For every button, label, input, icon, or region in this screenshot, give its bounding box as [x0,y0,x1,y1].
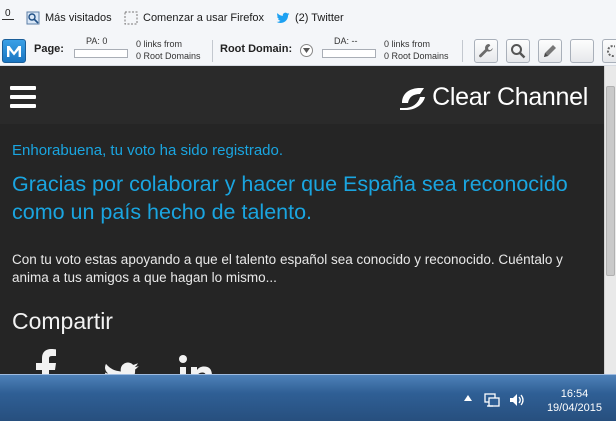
domain-authority-label: DA: -- [334,36,358,46]
clock-date: 19/04/2015 [546,402,602,414]
blank-button[interactable] [570,39,594,63]
search-button[interactable] [506,39,530,63]
twitter-bird-icon [276,11,290,25]
logo-text: Clear Channel [432,83,588,111]
pencil-icon [544,45,556,57]
page-authority-bar [74,49,128,58]
system-clock[interactable]: 16:54 19/04/2015 [547,387,602,415]
share-heading: Compartir [12,308,113,334]
web-page: Clear Channel Enhorabuena, tu voto ha si… [0,66,604,374]
network-icon[interactable] [484,392,502,408]
highlight-button[interactable] [538,39,562,63]
toolbar-divider [212,40,213,62]
root-links-text: 0 links from [384,39,431,49]
bookmark-most-visited[interactable]: Más visitados [26,10,112,26]
root-domain-label: Root Domain: [220,43,293,55]
page-authority-label: PA: 0 [86,36,108,46]
domain-authority-bar [322,49,376,58]
bookmark-counter[interactable]: 0 [2,6,14,22]
moz-m-icon [7,46,21,57]
moz-logo-button[interactable] [2,39,26,63]
most-visited-icon [26,11,40,25]
page-label: Page: [34,43,64,55]
bookmarks-toolbar: 0 Más visitados Comenzar a usar Firefox … [0,0,616,36]
chevron-down-icon [303,48,310,53]
bookmark-label: Comenzar a usar Firefox [143,12,265,24]
show-hidden-icons-arrow-icon[interactable] [464,395,472,401]
bookmark-twitter[interactable]: (2) Twitter [276,10,344,26]
page-links-text: 0 links from [136,39,183,49]
magnifier-icon [511,44,526,59]
mozbar-toolbar: Page: PA: 0 0 links from 0 Root Domains … [0,36,616,66]
vote-registered-message: Enhorabuena, tu voto ha sido registrado. [12,142,284,159]
clock-time: 16:54 [560,388,589,400]
share-encouragement-text: Con tu voto estas apoyando a que el tale… [12,252,563,285]
bookmark-label: Más visitados [45,12,112,24]
linkedin-icon[interactable] [179,355,212,374]
gear-icon [606,45,615,57]
bookmark-getting-started[interactable]: Comenzar a usar Firefox [124,10,264,26]
page-placeholder-icon [124,11,138,25]
tools-button[interactable] [474,39,498,63]
root-domain-dropdown[interactable] [300,44,313,57]
thanks-heading: Gracias por colaborar y hacer que España… [12,172,568,224]
social-share-icons [28,348,238,374]
root-domains-text: 0 Root Domains [384,51,449,61]
twitter-icon[interactable] [104,362,139,374]
clear-channel-mark-icon [400,87,426,110]
page-domains-text: 0 Root Domains [136,51,201,61]
hamburger-menu-icon[interactable] [10,86,36,108]
page-scrollbar[interactable] [604,66,616,374]
clear-channel-logo[interactable]: Clear Channel [398,83,588,112]
settings-button[interactable] [602,39,616,63]
wrench-icon [479,44,493,58]
toolbar-divider [462,40,463,62]
facebook-icon[interactable] [36,349,56,374]
site-header: Clear Channel [0,66,604,124]
windows-taskbar: 16:54 19/04/2015 [0,374,616,421]
scrollbar-thumb[interactable] [606,86,615,276]
counter-label: 0 [2,8,14,20]
volume-icon[interactable] [508,392,526,408]
bookmark-label: (2) Twitter [295,12,344,24]
